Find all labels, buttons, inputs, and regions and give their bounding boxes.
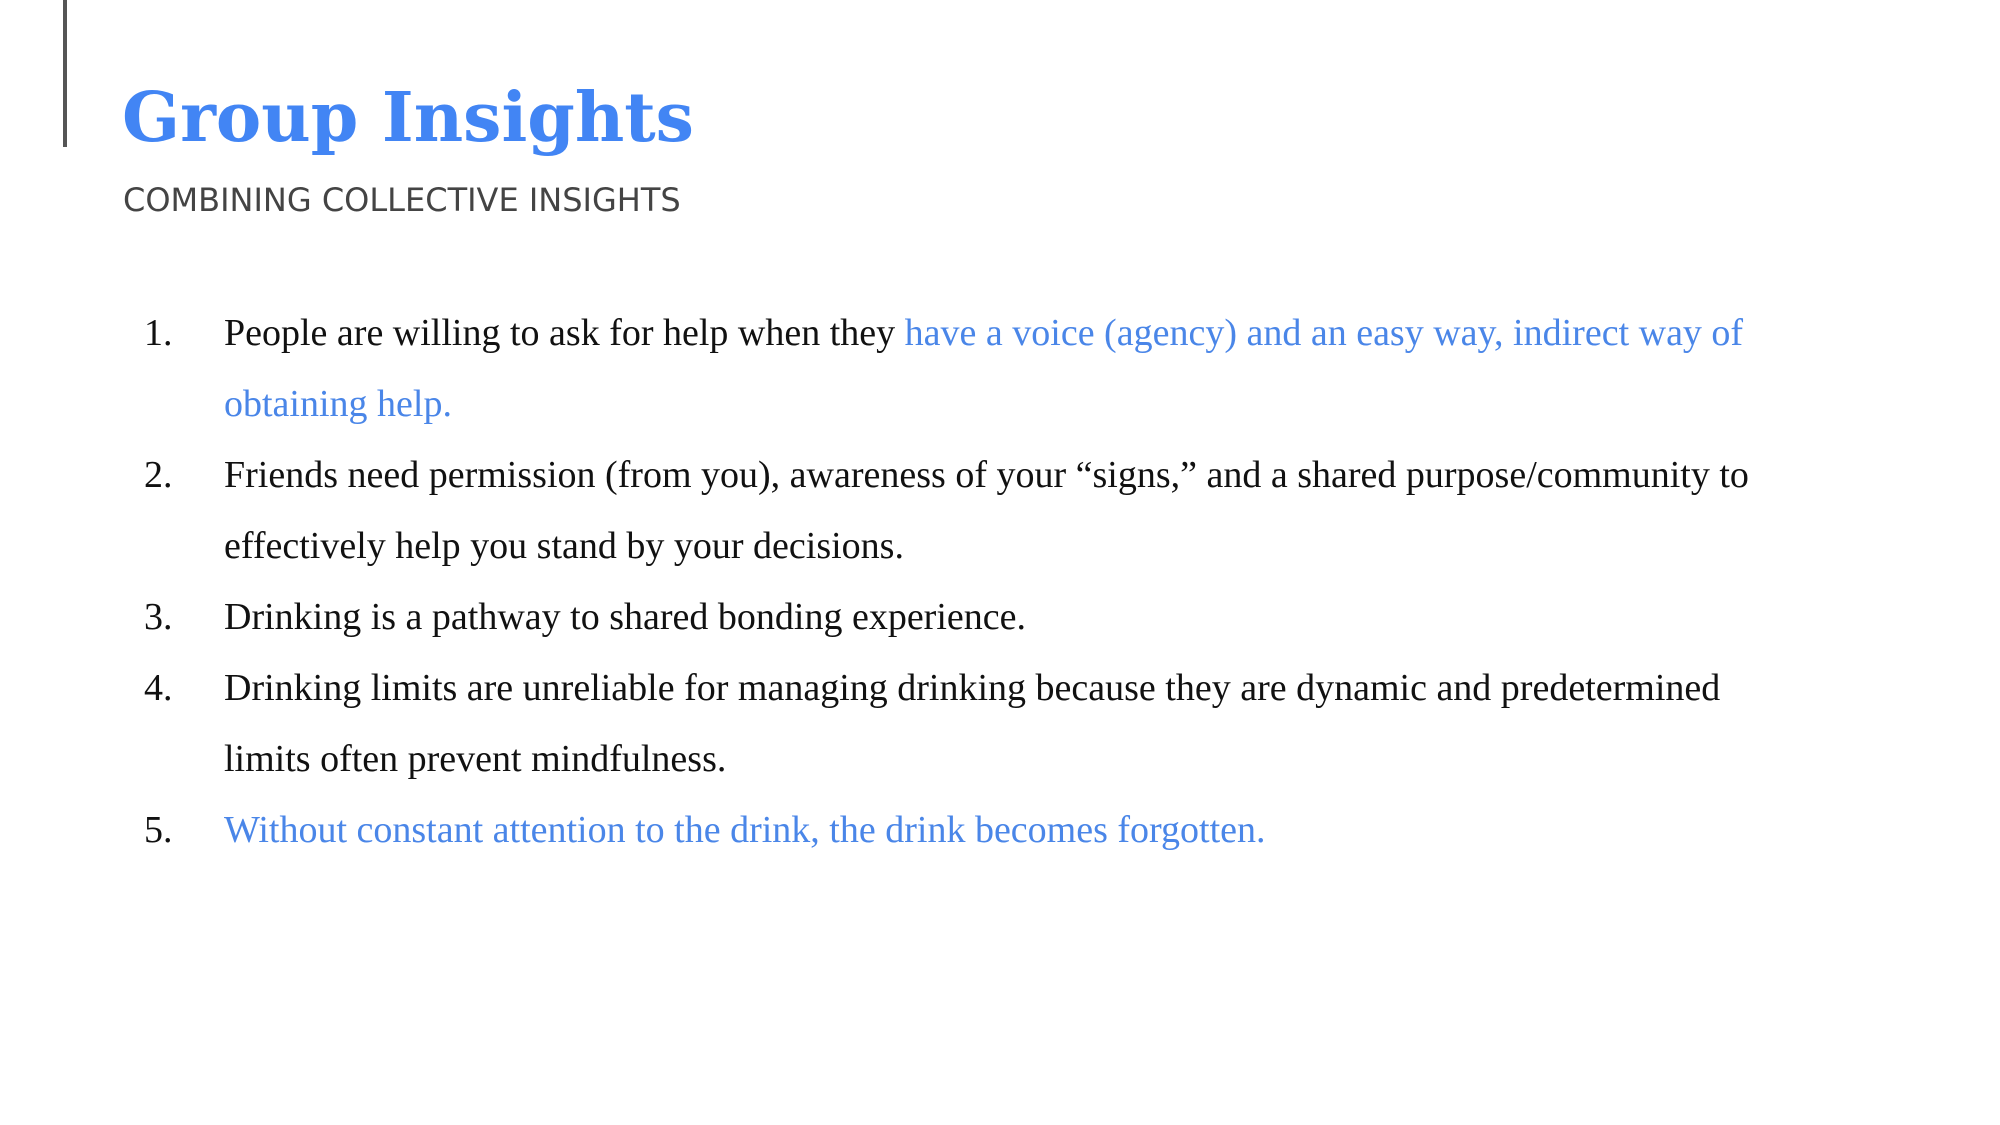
insight-text: Drinking limits are unreliable for manag… bbox=[224, 667, 1721, 780]
insight-item-1: 1. People are willing to ask for help wh… bbox=[0, 298, 2000, 440]
insight-text: Friends need permission (from you), awar… bbox=[224, 454, 1749, 567]
insight-number: 1. bbox=[144, 312, 173, 354]
insight-item-5: 5. Without constant attention to the dri… bbox=[0, 795, 2000, 866]
insight-item-3: 3. Drinking is a pathway to shared bondi… bbox=[0, 582, 2000, 653]
insight-list: 1. People are willing to ask for help wh… bbox=[0, 298, 2000, 866]
slide-title: Group Insights bbox=[122, 78, 694, 158]
insight-text: Drinking is a pathway to shared bonding … bbox=[224, 596, 1026, 638]
insight-highlight: Without constant attention to the drink,… bbox=[224, 809, 1266, 851]
insight-item-4: 4. Drinking limits are unreliable for ma… bbox=[0, 653, 2000, 795]
accent-bar bbox=[63, 0, 67, 147]
insight-number: 4. bbox=[144, 667, 173, 709]
insight-item-2: 2. Friends need permission (from you), a… bbox=[0, 440, 2000, 582]
insight-number: 2. bbox=[144, 454, 173, 496]
insight-number: 5. bbox=[144, 809, 173, 851]
insight-number: 3. bbox=[144, 596, 173, 638]
insight-text: People are willing to ask for help when … bbox=[224, 312, 905, 354]
slide-subtitle: COMBINING COLLECTIVE INSIGHTS bbox=[123, 181, 681, 219]
